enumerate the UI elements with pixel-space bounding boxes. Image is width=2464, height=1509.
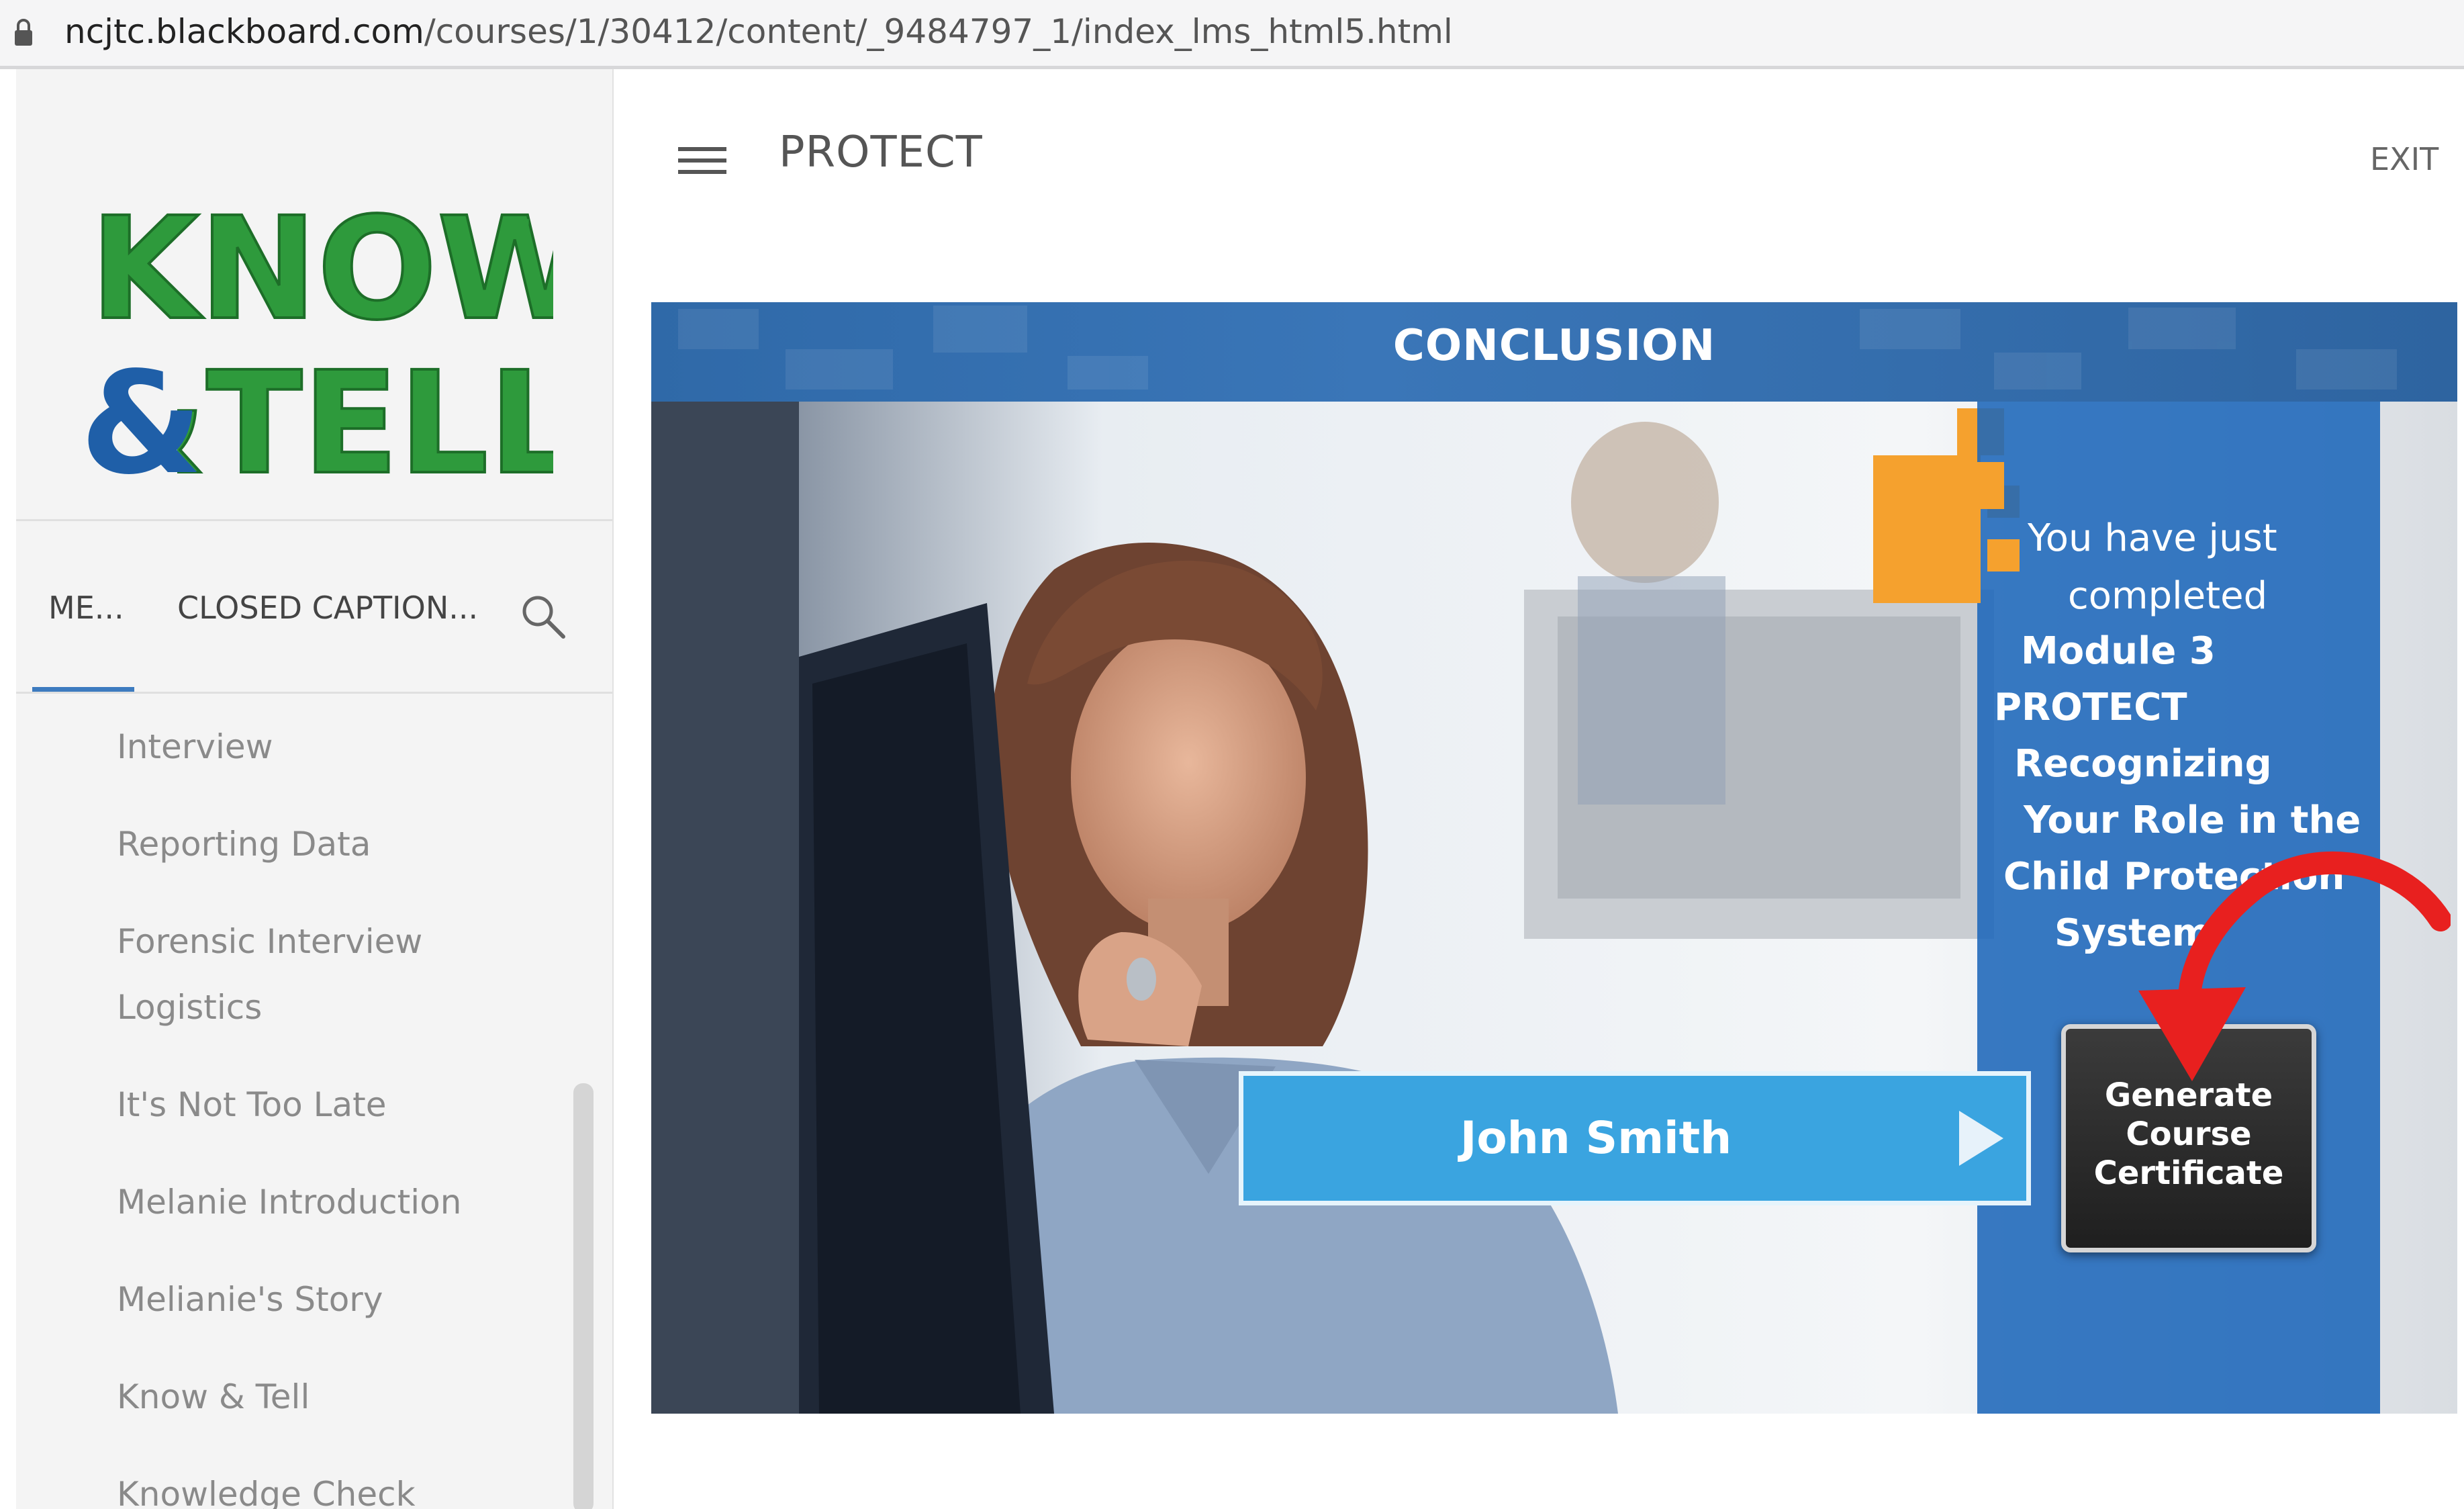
logo-text-line1: KNOW	[90, 187, 553, 351]
completion-line: completed	[2068, 574, 2268, 618]
active-tab-indicator	[32, 687, 134, 692]
logo-ampersand: &	[83, 341, 203, 506]
exit-button[interactable]: EXIT	[2370, 141, 2438, 177]
page-title: PROTECT	[779, 128, 983, 177]
tab-menu[interactable]: ME...	[48, 590, 124, 626]
sidebar: KNOW ™ &TELL & ME... CLOSED CAPTION... I…	[16, 69, 614, 1509]
completion-line-protect: PROTECT	[1994, 686, 2187, 729]
completion-line: Recognizing	[2014, 742, 2272, 786]
url-path: /courses/1/30412/content/_9484797_1/inde…	[424, 12, 1453, 51]
sidebar-item-knowledge-check[interactable]: Knowledge Check	[117, 1461, 416, 1509]
sidebar-item-reporting-data[interactable]: Reporting Data	[117, 811, 371, 877]
tab-closed-captions[interactable]: CLOSED CAPTION...	[177, 590, 478, 626]
hamburger-icon[interactable]	[678, 144, 726, 177]
sidebar-item-know-and-tell[interactable]: Know & Tell	[117, 1364, 310, 1430]
sidebar-item-melianies-story[interactable]: Melianie's Story	[117, 1267, 383, 1332]
sidebar-item-forensic-interview-logistics[interactable]: Forensic Interview	[117, 909, 422, 974]
url-text[interactable]: ncjtc.blackboard.com/courses/1/30412/con…	[64, 12, 1453, 51]
know-and-tell-logo: KNOW ™ &TELL &	[83, 185, 553, 507]
completion-line: You have just	[2028, 516, 2277, 560]
url-host: ncjtc.blackboard.com	[64, 12, 424, 51]
sidebar-item-interview[interactable]: Interview	[117, 714, 273, 780]
play-icon[interactable]	[1955, 1108, 2006, 1169]
sidebar-divider	[16, 519, 612, 521]
slide-title: CONCLUSION	[1392, 321, 1716, 371]
learner-name-field[interactable]: John Smith	[1239, 1071, 2031, 1205]
sidebar-item-melanie-introduction[interactable]: Melanie Introduction	[117, 1169, 461, 1235]
sidebar-item-forensic-interview-logistics-line2[interactable]: Logistics	[117, 974, 262, 1040]
slide-header: CONCLUSION	[651, 302, 2457, 402]
lock-icon	[15, 19, 32, 46]
search-icon[interactable]	[516, 590, 570, 643]
logo-trademark: ™	[513, 216, 533, 239]
address-bar[interactable]: ncjtc.blackboard.com/courses/1/30412/con…	[0, 0, 2464, 69]
sidebar-scrollbar[interactable]	[573, 1083, 594, 1509]
certificate-label-line3: Certificate	[2093, 1154, 2284, 1192]
course-slide: CONCLUSION You have just completed Modul…	[651, 302, 2457, 1414]
arrow-annotation-icon	[2138, 852, 2451, 1081]
tabs-divider	[16, 692, 612, 694]
completion-line-module: Module 3	[2021, 629, 2216, 673]
sidebar-item-its-not-too-late[interactable]: It's Not Too Late	[117, 1072, 387, 1138]
learner-name: John Smith	[1460, 1112, 1732, 1164]
